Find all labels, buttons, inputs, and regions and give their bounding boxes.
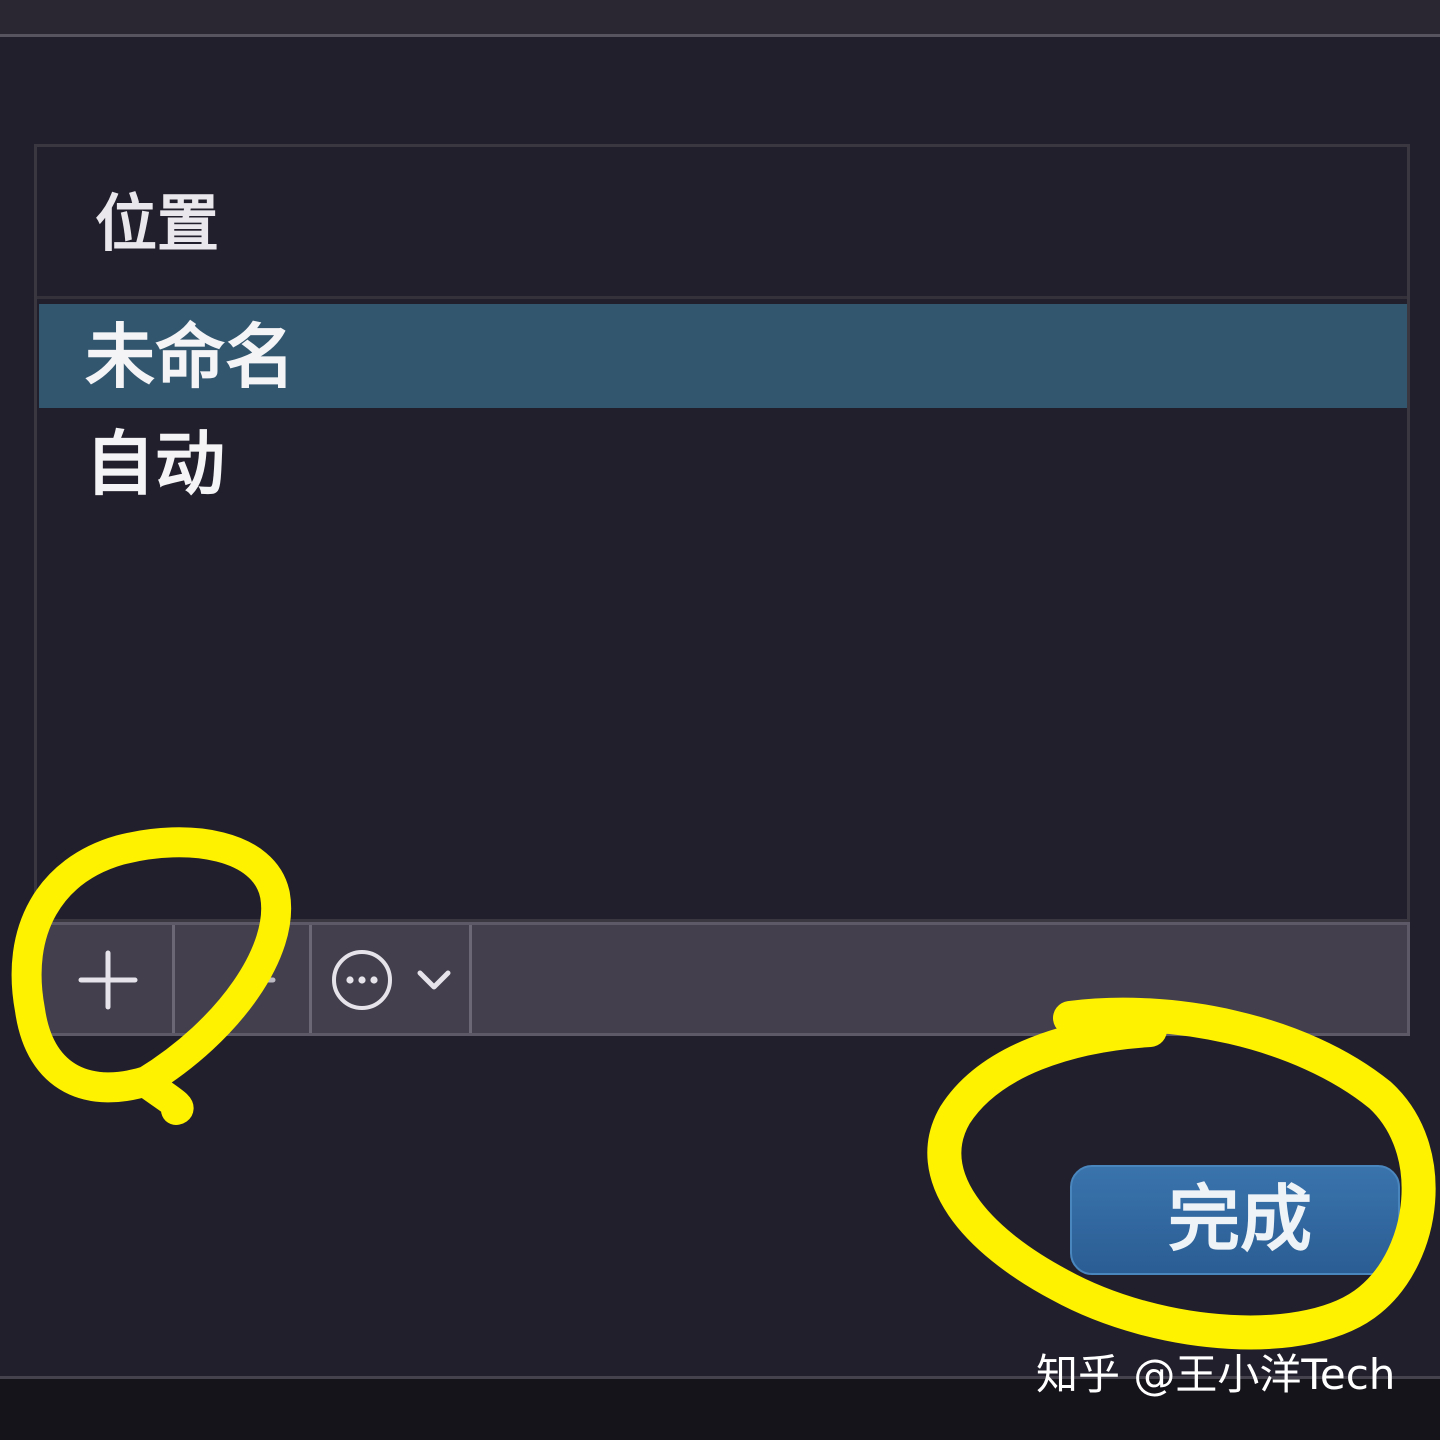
add-button[interactable] [37, 925, 175, 1033]
list-item-auto[interactable]: 自动 [39, 411, 1407, 515]
list-item-unnamed[interactable]: 未命名 [39, 304, 1407, 408]
list-item-label: 未命名 [85, 316, 295, 398]
done-button[interactable]: 完成 [1070, 1165, 1400, 1275]
minus-icon [244, 977, 276, 983]
ellipsis-circle-icon [332, 950, 392, 1010]
chevron-down-icon [417, 970, 451, 990]
list-header: 位置 [37, 147, 1407, 299]
list-item-label: 自动 [85, 423, 225, 505]
more-actions-button[interactable] [312, 925, 472, 1033]
list-toolbar [34, 922, 1410, 1036]
plus-icon [78, 950, 138, 1010]
remove-button[interactable] [175, 925, 312, 1033]
dialog-window: 位置 未命名 自动 完成 知乎 @王小洋Tech [0, 0, 1440, 1440]
location-list: 位置 未命名 自动 [34, 144, 1410, 922]
done-button-label: 完成 [1167, 1177, 1312, 1261]
top-bar [0, 0, 1440, 37]
list-header-label: 位置 [95, 187, 220, 260]
watermark-text: 知乎 @王小洋Tech [1036, 1350, 1396, 1399]
